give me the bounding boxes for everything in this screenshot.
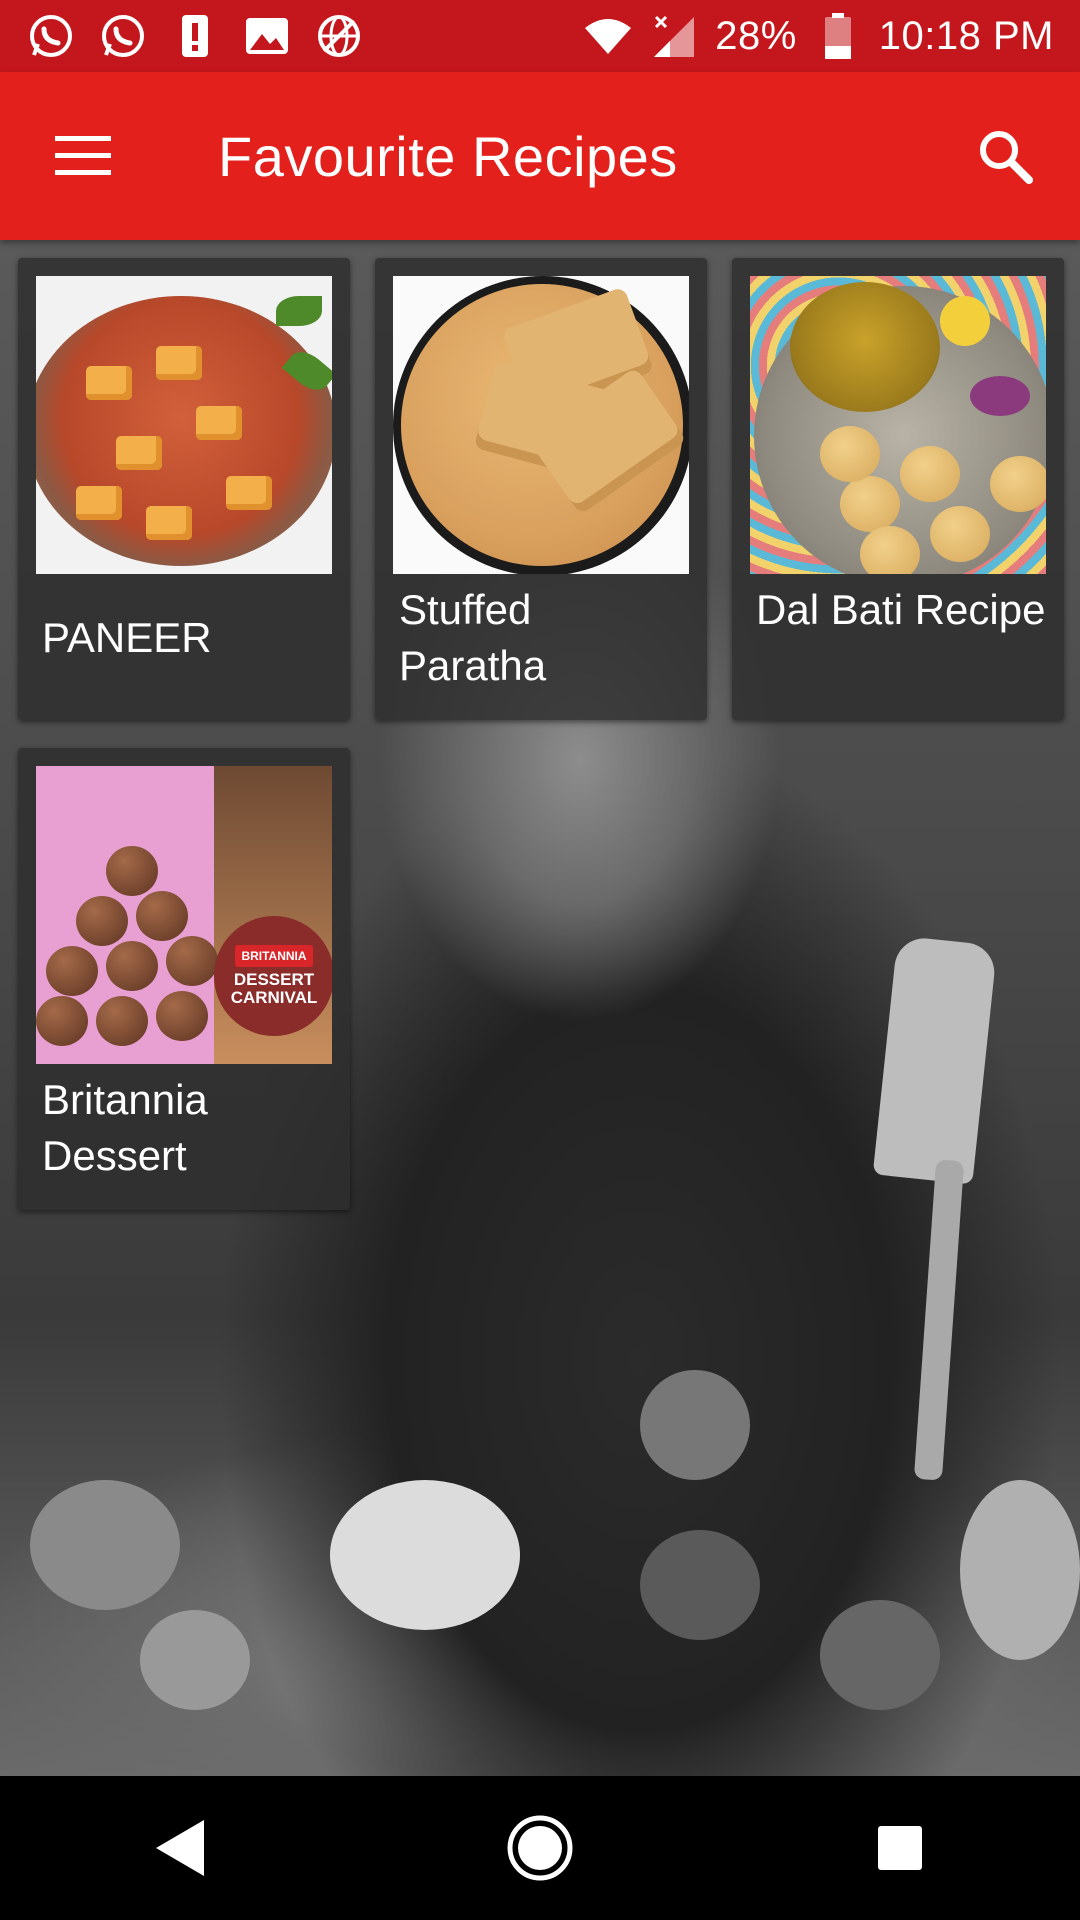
vegetable-image [640, 1370, 750, 1480]
vegetable-image [140, 1610, 250, 1710]
vegetable-image [820, 1600, 940, 1710]
recipe-image: BRITANNIA DESSERT CARNIVAL [36, 766, 332, 1064]
vegetable-image [30, 1480, 180, 1610]
vegetable-image [960, 1480, 1080, 1660]
recipe-card-britannia-dessert[interactable]: BRITANNIA DESSERT CARNIVAL Britannia Des… [18, 748, 350, 1210]
back-triangle-icon [156, 1820, 204, 1876]
recipe-image [750, 276, 1046, 574]
search-icon [980, 131, 1033, 184]
search-button[interactable] [960, 111, 1050, 201]
back-button[interactable] [120, 1788, 240, 1908]
signal-off-icon [649, 11, 699, 61]
hamburger-icon [55, 136, 111, 175]
status-bar: 28% 10:18 PM [0, 0, 1080, 72]
recipe-list-area: PANEER Stuffed Paratha Dal Bati Recipe B… [0, 240, 1080, 1776]
vegetable-image [640, 1530, 760, 1640]
recipe-card-paneer[interactable]: PANEER [18, 258, 350, 720]
recipe-title: Stuffed Paratha [399, 586, 547, 689]
recipe-title: PANEER [42, 614, 212, 661]
battery-percent: 28% [715, 13, 797, 58]
whatsapp-icon [98, 11, 148, 61]
recipe-card-dal-bati[interactable]: Dal Bati Recipe [732, 258, 1064, 720]
recipe-image [393, 276, 689, 574]
spatula-image [872, 935, 998, 1185]
recipe-image [36, 276, 332, 574]
whatsapp-icon [26, 11, 76, 61]
clock: 10:18 PM [878, 13, 1054, 58]
recents-button[interactable] [840, 1788, 960, 1908]
vegetable-image [330, 1480, 520, 1630]
menu-button[interactable] [38, 111, 128, 201]
vpn-globe-icon [314, 11, 364, 61]
spatula-handle-image [913, 1159, 965, 1481]
alert-icon [170, 11, 220, 61]
recipe-title: Britannia Dessert [42, 1076, 208, 1179]
home-circle-icon [507, 1815, 573, 1881]
battery-icon [813, 11, 863, 61]
app-bar: Favourite Recipes [0, 72, 1080, 240]
navigation-bar [0, 1776, 1080, 1920]
britannia-logo: BRITANNIA DESSERT CARNIVAL [214, 916, 332, 1036]
recipe-card-stuffed-paratha[interactable]: Stuffed Paratha [375, 258, 707, 720]
recents-square-icon [878, 1826, 922, 1870]
home-button[interactable] [480, 1788, 600, 1908]
image-icon [242, 11, 292, 61]
page-title: Favourite Recipes [218, 124, 678, 188]
wifi-icon [583, 11, 633, 61]
recipe-title: Dal Bati Recipe [756, 586, 1046, 633]
